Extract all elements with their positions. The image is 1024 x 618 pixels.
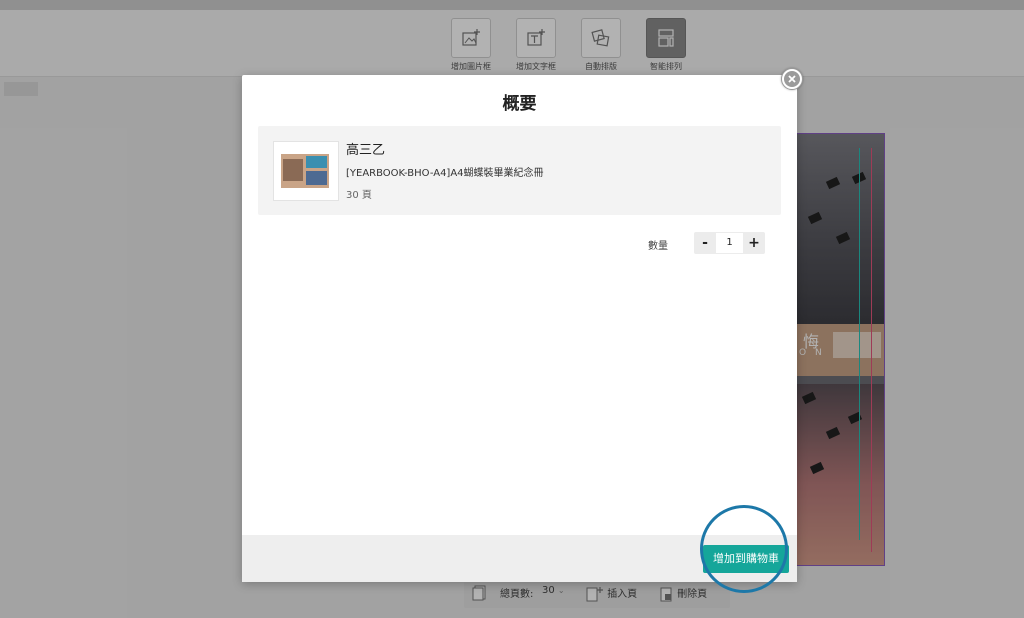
product-description: [YEARBOOK-BHO-A4]A4蝴蝶裝畢業紀念冊 (346, 168, 544, 179)
quantity-stepper: - 1 + (694, 232, 765, 254)
quantity-label: 數量 (648, 241, 668, 252)
product-thumbnail (273, 141, 339, 201)
thumbnail-photo (283, 159, 303, 181)
dialog-title: 概要 (502, 94, 537, 114)
quantity-increase-button[interactable]: + (743, 232, 765, 254)
product-page-count: 30 頁 (346, 190, 372, 201)
thumbnail-photo (306, 171, 327, 185)
thumbnail-page (281, 154, 329, 188)
quantity-decrease-button[interactable]: - (694, 232, 716, 254)
product-name: 高三乙 (346, 143, 386, 158)
close-dialog-button[interactable] (781, 68, 803, 90)
summary-dialog: 概要 高三乙 [YEARBOOK-BHO-A4]A4蝴蝶裝畢業紀念冊 30 頁 … (242, 75, 797, 582)
quantity-input[interactable]: 1 (716, 233, 743, 253)
highlight-circle (700, 505, 788, 593)
thumbnail-photo (306, 156, 327, 168)
product-summary-card: 高三乙 [YEARBOOK-BHO-A4]A4蝴蝶裝畢業紀念冊 30 頁 (258, 126, 781, 215)
